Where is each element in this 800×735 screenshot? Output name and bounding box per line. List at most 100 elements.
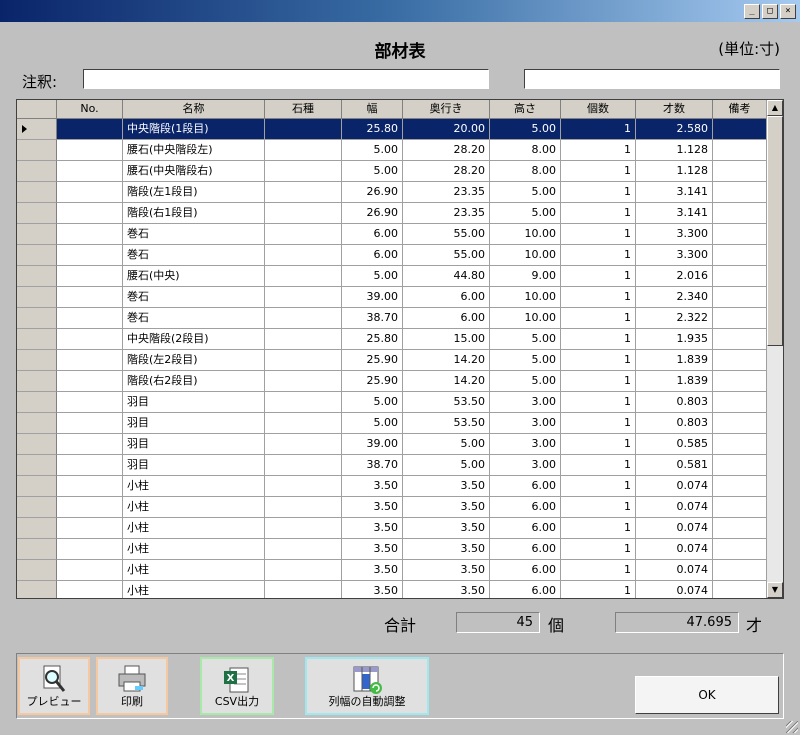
cell-depth[interactable]: 3.50 — [403, 518, 490, 539]
row-selector[interactable] — [17, 224, 57, 245]
row-selector[interactable] — [17, 245, 57, 266]
table-row[interactable]: 巻石 6.00 55.00 10.00 1 3.300 — [17, 245, 783, 266]
table-row[interactable]: 小柱 3.50 3.50 6.00 1 0.074 — [17, 518, 783, 539]
cell-stone-type[interactable] — [265, 434, 342, 455]
cell-name[interactable]: 巻石 — [123, 224, 265, 245]
cell-no[interactable] — [57, 287, 123, 308]
cell-stone-type[interactable] — [265, 308, 342, 329]
cell-quantity[interactable]: 1 — [561, 161, 636, 182]
cell-name[interactable]: 小柱 — [123, 539, 265, 560]
header-height[interactable]: 高さ — [490, 100, 561, 118]
cell-sai[interactable]: 0.074 — [636, 497, 713, 518]
cell-depth[interactable]: 28.20 — [403, 161, 490, 182]
cell-no[interactable] — [57, 203, 123, 224]
cell-height[interactable]: 3.00 — [490, 392, 561, 413]
cell-height[interactable]: 6.00 — [490, 518, 561, 539]
cell-remarks[interactable] — [713, 245, 767, 266]
cell-remarks[interactable] — [713, 371, 767, 392]
cell-no[interactable] — [57, 119, 123, 140]
cell-name[interactable]: 腰石(中央) — [123, 266, 265, 287]
cell-name[interactable]: 羽目 — [123, 455, 265, 476]
cell-width[interactable]: 5.00 — [342, 392, 403, 413]
cell-sai[interactable]: 2.016 — [636, 266, 713, 287]
row-selector[interactable] — [17, 371, 57, 392]
row-selector[interactable] — [17, 392, 57, 413]
cell-width[interactable]: 39.00 — [342, 434, 403, 455]
row-selector[interactable] — [17, 287, 57, 308]
cell-name[interactable]: 小柱 — [123, 518, 265, 539]
cell-name[interactable]: 小柱 — [123, 581, 265, 598]
cell-no[interactable] — [57, 455, 123, 476]
table-row[interactable]: 巻石 6.00 55.00 10.00 1 3.300 — [17, 224, 783, 245]
cell-depth[interactable]: 3.50 — [403, 497, 490, 518]
cell-no[interactable] — [57, 560, 123, 581]
cell-stone-type[interactable] — [265, 350, 342, 371]
cell-sai[interactable]: 0.585 — [636, 434, 713, 455]
vertical-scrollbar[interactable]: ▲ ▼ — [766, 100, 783, 598]
row-selector[interactable] — [17, 350, 57, 371]
cell-depth[interactable]: 3.50 — [403, 560, 490, 581]
cell-remarks[interactable] — [713, 455, 767, 476]
cell-depth[interactable]: 14.20 — [403, 350, 490, 371]
cell-sai[interactable]: 1.839 — [636, 350, 713, 371]
table-row[interactable]: 腰石(中央) 5.00 44.80 9.00 1 2.016 — [17, 266, 783, 287]
table-row[interactable]: 階段(右1段目) 26.90 23.35 5.00 1 3.141 — [17, 203, 783, 224]
cell-quantity[interactable]: 1 — [561, 224, 636, 245]
cell-no[interactable] — [57, 392, 123, 413]
cell-width[interactable]: 3.50 — [342, 476, 403, 497]
cell-quantity[interactable]: 1 — [561, 329, 636, 350]
cell-stone-type[interactable] — [265, 140, 342, 161]
table-row[interactable]: 中央階段(1段目) 25.80 20.00 5.00 1 2.580 — [17, 119, 783, 140]
minimize-button[interactable]: _ — [744, 4, 760, 19]
cell-remarks[interactable] — [713, 308, 767, 329]
cell-height[interactable]: 5.00 — [490, 350, 561, 371]
table-row[interactable]: 巻石 38.70 6.00 10.00 1 2.322 — [17, 308, 783, 329]
cell-depth[interactable]: 14.20 — [403, 371, 490, 392]
cell-stone-type[interactable] — [265, 224, 342, 245]
cell-depth[interactable]: 3.50 — [403, 581, 490, 598]
cell-quantity[interactable]: 1 — [561, 140, 636, 161]
row-selector[interactable] — [17, 413, 57, 434]
row-selector[interactable] — [17, 497, 57, 518]
cell-width[interactable]: 3.50 — [342, 497, 403, 518]
cell-depth[interactable]: 44.80 — [403, 266, 490, 287]
cell-depth[interactable]: 6.00 — [403, 308, 490, 329]
cell-no[interactable] — [57, 182, 123, 203]
cell-remarks[interactable] — [713, 287, 767, 308]
cell-remarks[interactable] — [713, 518, 767, 539]
cell-width[interactable]: 3.50 — [342, 518, 403, 539]
cell-height[interactable]: 5.00 — [490, 203, 561, 224]
close-button[interactable]: × — [780, 4, 796, 19]
cell-depth[interactable]: 53.50 — [403, 392, 490, 413]
cell-quantity[interactable]: 1 — [561, 119, 636, 140]
table-row[interactable]: 階段(左1段目) 26.90 23.35 5.00 1 3.141 — [17, 182, 783, 203]
header-width[interactable]: 幅 — [342, 100, 403, 118]
cell-sai[interactable]: 1.128 — [636, 140, 713, 161]
row-selector[interactable] — [17, 434, 57, 455]
cell-name[interactable]: 巻石 — [123, 245, 265, 266]
cell-height[interactable]: 3.00 — [490, 413, 561, 434]
cell-height[interactable]: 9.00 — [490, 266, 561, 287]
cell-width[interactable]: 3.50 — [342, 581, 403, 598]
cell-width[interactable]: 5.00 — [342, 266, 403, 287]
cell-remarks[interactable] — [713, 140, 767, 161]
cell-quantity[interactable]: 1 — [561, 182, 636, 203]
cell-remarks[interactable] — [713, 266, 767, 287]
cell-depth[interactable]: 3.50 — [403, 539, 490, 560]
cell-width[interactable]: 39.00 — [342, 287, 403, 308]
cell-quantity[interactable]: 1 — [561, 287, 636, 308]
cell-quantity[interactable]: 1 — [561, 413, 636, 434]
row-selector[interactable] — [17, 308, 57, 329]
cell-stone-type[interactable] — [265, 392, 342, 413]
cell-depth[interactable]: 28.20 — [403, 140, 490, 161]
cell-sai[interactable]: 0.074 — [636, 560, 713, 581]
cell-remarks[interactable] — [713, 350, 767, 371]
ok-button[interactable]: OK — [635, 676, 779, 714]
table-row[interactable]: 小柱 3.50 3.50 6.00 1 0.074 — [17, 581, 783, 598]
cell-stone-type[interactable] — [265, 476, 342, 497]
cell-name[interactable]: 中央階段(1段目) — [123, 119, 265, 140]
cell-name[interactable]: 腰石(中央階段左) — [123, 140, 265, 161]
cell-width[interactable]: 25.90 — [342, 371, 403, 392]
cell-height[interactable]: 10.00 — [490, 245, 561, 266]
cell-width[interactable]: 6.00 — [342, 224, 403, 245]
